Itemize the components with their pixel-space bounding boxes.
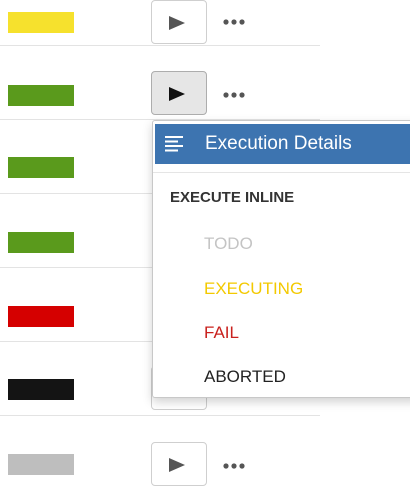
status-bar xyxy=(8,157,74,178)
status-bar xyxy=(8,454,74,475)
more-actions-button[interactable] xyxy=(222,91,250,101)
more-actions-button[interactable] xyxy=(222,18,250,28)
menu-divider xyxy=(153,172,410,173)
menu-item-execution-details[interactable]: Execution Details xyxy=(155,124,410,164)
play-icon xyxy=(169,16,185,30)
more-icon xyxy=(223,19,245,25)
execution-row-2 xyxy=(0,46,320,120)
lines-icon xyxy=(165,136,183,152)
more-icon xyxy=(223,463,245,469)
play-button[interactable] xyxy=(151,442,207,486)
execution-row-7 xyxy=(0,416,320,489)
menu-item-aborted[interactable]: ABORTED xyxy=(204,366,286,388)
actions-dropdown-menu: Execution Details EXECUTE INLINE TODO EX… xyxy=(152,120,410,398)
status-bar xyxy=(8,379,74,400)
menu-section-header: EXECUTE INLINE xyxy=(170,189,295,206)
menu-item-fail[interactable]: FAIL xyxy=(204,322,239,344)
menu-item-executing[interactable]: EXECUTING xyxy=(204,278,303,300)
more-actions-button[interactable] xyxy=(222,462,250,472)
status-bar xyxy=(8,306,74,327)
play-button[interactable] xyxy=(151,71,207,115)
more-icon xyxy=(223,92,245,98)
menu-item-label: Execution Details xyxy=(205,133,352,154)
status-bar xyxy=(8,232,74,253)
play-icon xyxy=(169,458,185,472)
status-bar xyxy=(8,12,74,33)
play-icon xyxy=(169,87,185,101)
play-button[interactable] xyxy=(151,0,207,44)
status-bar xyxy=(8,85,74,106)
execution-row-1 xyxy=(0,0,320,46)
execution-list: Execution Details EXECUTE INLINE TODO EX… xyxy=(0,0,410,500)
menu-item-todo[interactable]: TODO xyxy=(204,233,253,255)
